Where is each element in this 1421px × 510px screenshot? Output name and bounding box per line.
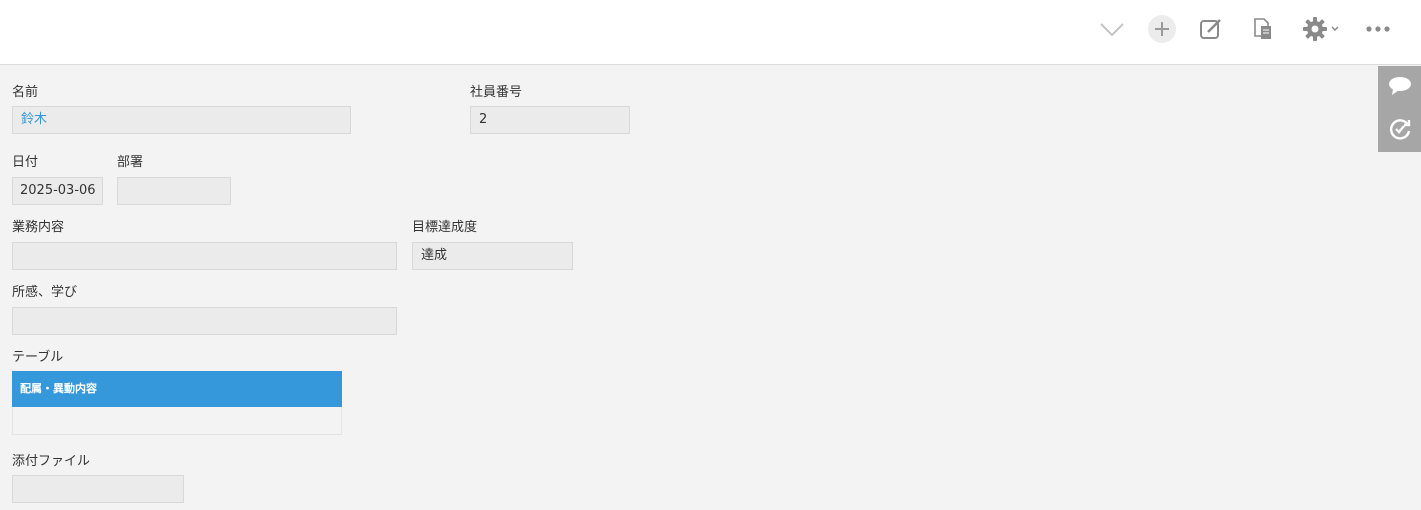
table-row bbox=[12, 407, 342, 435]
goal-achievement-label: 目標達成度 bbox=[412, 220, 478, 235]
department-label: 部署 bbox=[117, 155, 144, 170]
copy-document-icon bbox=[1252, 17, 1274, 41]
impressions-field bbox=[12, 307, 397, 335]
plus-icon bbox=[1147, 14, 1177, 44]
edit-icon bbox=[1199, 17, 1223, 41]
chevron-down-icon bbox=[1099, 21, 1125, 37]
attachment-label: 添付ファイル bbox=[12, 454, 91, 469]
next-record-button[interactable] bbox=[1098, 12, 1126, 46]
comment-icon bbox=[1388, 76, 1412, 100]
record-toolbar bbox=[0, 0, 1421, 65]
employee-number-field: 2 bbox=[470, 106, 630, 134]
date-field: 2025-03-06 bbox=[12, 177, 103, 205]
history-icon bbox=[1388, 117, 1412, 145]
date-label: 日付 bbox=[12, 155, 39, 170]
work-content-field bbox=[12, 242, 397, 270]
more-icon bbox=[1366, 26, 1390, 32]
more-options-button[interactable] bbox=[1364, 12, 1392, 46]
add-record-button[interactable] bbox=[1147, 12, 1177, 46]
name-field[interactable]: 鈴木 bbox=[12, 106, 351, 134]
side-panel bbox=[1378, 66, 1421, 152]
duplicate-record-button[interactable] bbox=[1250, 12, 1276, 46]
comment-button[interactable] bbox=[1378, 66, 1421, 109]
attachment-field bbox=[12, 475, 184, 503]
table-label: テーブル bbox=[12, 350, 64, 365]
work-content-label: 業務内容 bbox=[12, 220, 65, 235]
edit-record-button[interactable] bbox=[1198, 12, 1224, 46]
impressions-label: 所感、学び bbox=[12, 285, 78, 300]
goal-achievement-field: 達成 bbox=[412, 242, 573, 270]
table-column-header: 配属・異動内容 bbox=[12, 371, 342, 407]
settings-button[interactable] bbox=[1298, 12, 1342, 46]
department-field bbox=[117, 177, 231, 205]
name-label: 名前 bbox=[12, 85, 39, 100]
history-button[interactable] bbox=[1378, 109, 1421, 152]
gear-icon bbox=[1302, 16, 1328, 42]
employee-number-label: 社員番号 bbox=[470, 85, 523, 100]
chevron-down-icon bbox=[1330, 26, 1339, 32]
